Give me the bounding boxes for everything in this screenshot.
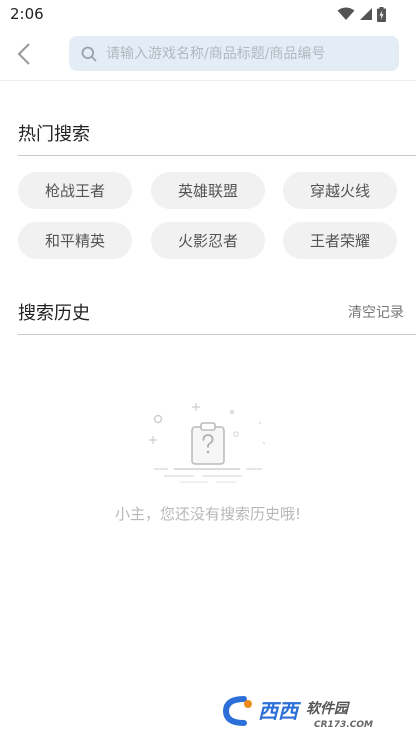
hot-tag[interactable]: 火影忍者	[151, 222, 265, 259]
hot-tag[interactable]: 英雄联盟	[151, 172, 265, 209]
hot-tag[interactable]: 王者荣耀	[283, 222, 397, 259]
battery-icon	[377, 6, 386, 22]
empty-history-message: 小主，您还没有搜索历史哦!	[114, 505, 301, 523]
cellular-signal-icon	[360, 8, 372, 20]
search-icon	[81, 46, 97, 62]
search-box[interactable]	[69, 36, 399, 71]
back-button[interactable]	[10, 38, 38, 70]
clear-history-button[interactable]: 清空记录	[348, 302, 404, 322]
wifi-icon	[337, 7, 355, 20]
search-input[interactable]	[104, 37, 388, 70]
hot-search-title: 热门搜索	[18, 124, 90, 145]
status-time: 2:06	[10, 5, 44, 23]
history-header: 搜索历史 清空记录	[18, 290, 416, 335]
header	[0, 28, 416, 81]
hot-search-header: 热门搜索	[18, 111, 416, 156]
status-bar: 2:06	[0, 0, 416, 28]
watermark-logo: 西西 软件园 CR173.COM	[218, 691, 398, 731]
hot-tag[interactable]: 枪战王者	[18, 172, 132, 209]
empty-clipboard-icon	[149, 403, 266, 483]
svg-text:西西: 西西	[258, 699, 302, 723]
hot-tag[interactable]: 和平精英	[18, 222, 132, 259]
chevron-left-icon	[17, 43, 30, 65]
hot-tag[interactable]: 穿越火线	[283, 172, 397, 209]
svg-text:软件园: 软件园	[306, 700, 351, 717]
svg-text:CR173.COM: CR173.COM	[314, 720, 373, 730]
status-icons	[337, 6, 386, 22]
history-title: 搜索历史	[18, 303, 90, 324]
